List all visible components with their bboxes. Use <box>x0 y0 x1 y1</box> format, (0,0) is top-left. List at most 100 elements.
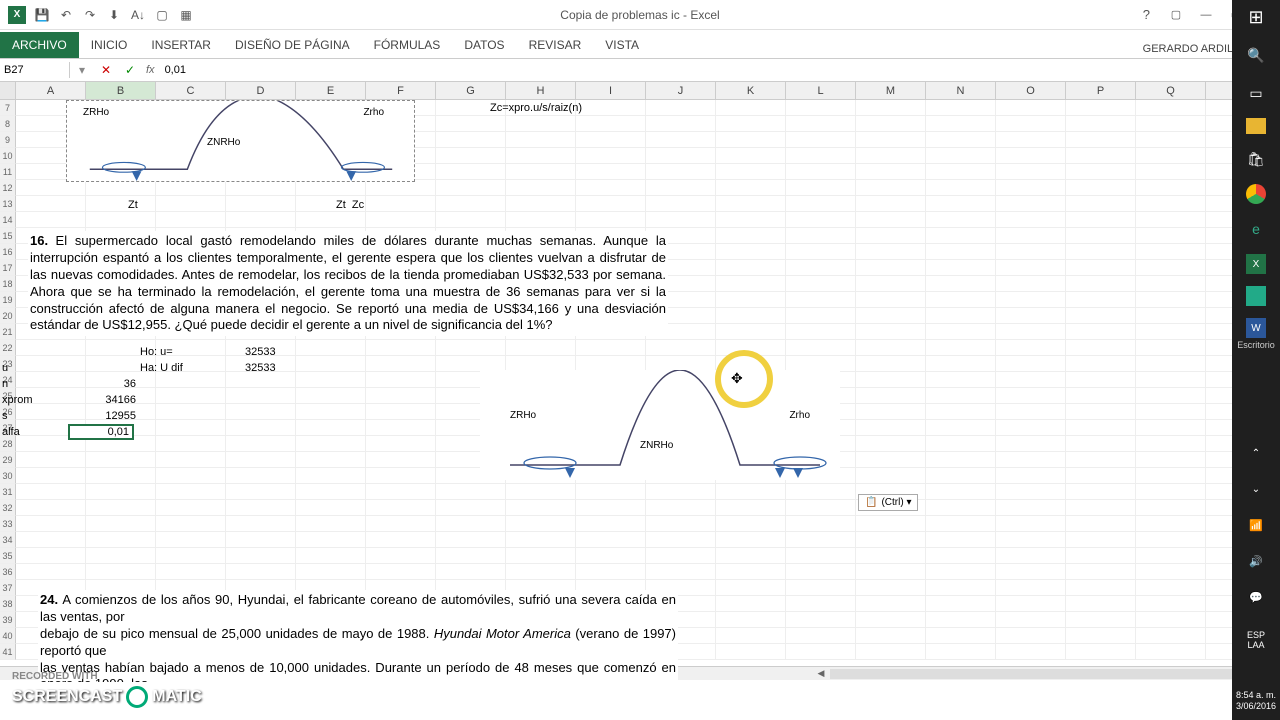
col-header[interactable]: D <box>226 82 296 99</box>
row-header[interactable]: 36 <box>0 564 16 580</box>
row-header[interactable]: 22 <box>0 340 16 356</box>
sort-icon[interactable]: A↓ <box>130 7 146 23</box>
row-header[interactable]: 31 <box>0 484 16 500</box>
clock[interactable]: 8:54 a. m. 3/06/2016 <box>1236 690 1276 712</box>
qat-icon-2[interactable]: ▦ <box>178 7 194 23</box>
row-header[interactable]: 30 <box>0 468 16 484</box>
col-header[interactable]: M <box>856 82 926 99</box>
new-icon[interactable]: ▢ <box>154 7 170 23</box>
row-header[interactable]: 37 <box>0 580 16 596</box>
redo-icon[interactable]: ↷ <box>82 7 98 23</box>
tab-datos[interactable]: DATOS <box>452 32 516 58</box>
zrho-right-label-2: Zrho <box>789 410 810 421</box>
col-header[interactable]: C <box>156 82 226 99</box>
volume-icon[interactable]: 🔊 <box>1243 548 1269 574</box>
paste-options-button[interactable]: 📋 (Ctrl) ▾ <box>858 494 918 511</box>
col-header[interactable]: N <box>926 82 996 99</box>
task-view-icon[interactable]: ▭ <box>1243 80 1269 106</box>
row-header[interactable]: 32 <box>0 500 16 516</box>
row-header[interactable]: 28 <box>0 436 16 452</box>
file-explorer-icon[interactable] <box>1246 118 1266 134</box>
save-icon[interactable]: 💾 <box>34 7 50 23</box>
tab-diseno[interactable]: DISEÑO DE PÁGINA <box>223 32 362 58</box>
spreadsheet-grid[interactable]: A B C D E F G H I J K L M N O P Q 789101… <box>0 82 1280 682</box>
selected-cell[interactable]: 0,01 <box>68 424 134 440</box>
chevron-down-icon[interactable]: ⌄ <box>1243 476 1269 502</box>
row-header[interactable]: 11 <box>0 164 16 180</box>
excel-taskbar-icon[interactable]: X <box>1246 254 1266 274</box>
tab-archivo[interactable]: ARCHIVO <box>0 32 79 58</box>
row-header[interactable]: 34 <box>0 532 16 548</box>
formula-input[interactable] <box>159 62 1252 78</box>
col-header[interactable]: O <box>996 82 1066 99</box>
row-header[interactable]: 29 <box>0 452 16 468</box>
network-icon[interactable]: 📶 <box>1243 512 1269 538</box>
minimize-icon[interactable]: — <box>1192 5 1220 25</box>
store-icon[interactable]: 🛍 <box>1243 146 1269 172</box>
row-header[interactable]: 14 <box>0 212 16 228</box>
row-header[interactable]: 17 <box>0 260 16 276</box>
col-header[interactable]: A <box>16 82 86 99</box>
language-indicator[interactable]: ESP LAA <box>1247 630 1265 650</box>
row-header[interactable]: 13 <box>0 196 16 212</box>
row-header[interactable]: 39 <box>0 612 16 628</box>
name-box[interactable]: B27 <box>0 62 70 78</box>
col-header[interactable]: P <box>1066 82 1136 99</box>
row-header[interactable]: 7 <box>0 100 16 116</box>
col-header[interactable]: F <box>366 82 436 99</box>
undo-icon[interactable]: ↶ <box>58 7 74 23</box>
col-header[interactable]: B <box>86 82 156 99</box>
row-header[interactable]: 9 <box>0 132 16 148</box>
chrome-icon[interactable] <box>1246 184 1266 204</box>
desktop-label[interactable]: Escritorio <box>1237 340 1275 350</box>
notifications-icon[interactable]: 💬 <box>1243 584 1269 610</box>
row-header[interactable]: 15 <box>0 228 16 244</box>
col-header[interactable]: K <box>716 82 786 99</box>
col-header[interactable]: J <box>646 82 716 99</box>
col-header[interactable]: E <box>296 82 366 99</box>
row-header[interactable]: 21 <box>0 324 16 340</box>
tab-formulas[interactable]: FÓRMULAS <box>362 32 453 58</box>
fx-icon[interactable]: fx <box>142 64 159 76</box>
app-icon[interactable] <box>1246 286 1266 306</box>
row-header[interactable]: 38 <box>0 596 16 612</box>
row-header[interactable]: 8 <box>0 116 16 132</box>
word-icon[interactable]: W <box>1246 318 1266 338</box>
dropdown-icon[interactable]: ▾ <box>70 63 94 77</box>
enter-icon[interactable]: ✓ <box>118 63 142 77</box>
row-header[interactable]: 19 <box>0 292 16 308</box>
p24-line: las ventas habían bajado a menos de 10,0… <box>40 660 676 682</box>
cancel-icon[interactable]: ✕ <box>94 63 118 77</box>
row-header[interactable]: 16 <box>0 244 16 260</box>
col-header[interactable]: H <box>506 82 576 99</box>
tab-revisar[interactable]: REVISAR <box>517 32 594 58</box>
tab-inicio[interactable]: INICIO <box>79 32 140 58</box>
excel-logo-icon: X <box>8 6 26 24</box>
row-header[interactable]: 18 <box>0 276 16 292</box>
help-icon[interactable]: ? <box>1143 7 1150 22</box>
tab-insertar[interactable]: INSERTAR <box>139 32 223 58</box>
hscroll-thumb[interactable] <box>830 669 1250 679</box>
row-header[interactable]: 10 <box>0 148 16 164</box>
distribution-chart-1[interactable]: ZRHo Zrho ZNRHo <box>66 100 415 182</box>
col-header[interactable]: L <box>786 82 856 99</box>
distribution-chart-2[interactable]: ZRHo Zrho ZNRHo <box>480 370 840 480</box>
row-header[interactable]: 12 <box>0 180 16 196</box>
qat-icon-1[interactable]: ⬇ <box>106 7 122 23</box>
select-all-corner[interactable] <box>0 82 16 99</box>
chevron-up-icon[interactable]: ⌃ <box>1243 440 1269 466</box>
row-header[interactable]: 33 <box>0 516 16 532</box>
start-button-icon[interactable]: ⊞ <box>1243 4 1269 30</box>
col-header[interactable]: I <box>576 82 646 99</box>
tab-vista[interactable]: VISTA <box>593 32 651 58</box>
scroll-left-icon[interactable]: ◀ <box>814 668 828 679</box>
ribbon-display-icon[interactable]: ▢ <box>1162 5 1190 25</box>
row-header[interactable]: 40 <box>0 628 16 644</box>
search-icon[interactable]: 🔍 <box>1243 42 1269 68</box>
edge-icon[interactable]: e <box>1243 216 1269 242</box>
row-header[interactable]: 41 <box>0 644 16 660</box>
row-header[interactable]: 35 <box>0 548 16 564</box>
col-header[interactable]: G <box>436 82 506 99</box>
row-header[interactable]: 20 <box>0 308 16 324</box>
col-header[interactable]: Q <box>1136 82 1206 99</box>
